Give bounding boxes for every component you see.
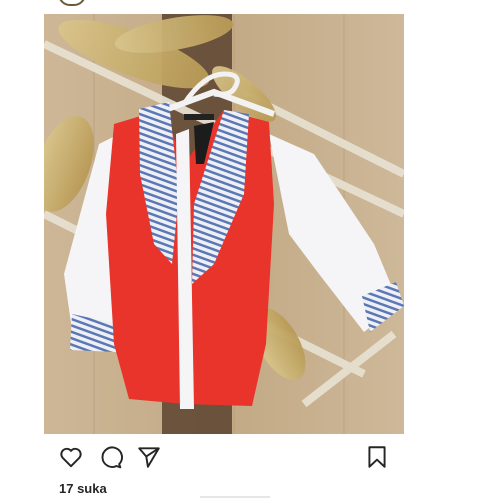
- post-image[interactable]: [44, 14, 404, 434]
- bookmark-icon[interactable]: [364, 444, 390, 470]
- comment-icon[interactable]: [97, 444, 123, 470]
- likes-count[interactable]: 17 suka: [59, 481, 107, 496]
- profile-avatar[interactable]: [58, 0, 86, 6]
- heart-icon[interactable]: [58, 444, 84, 470]
- send-icon[interactable]: [136, 444, 162, 470]
- post-action-bar: [44, 442, 404, 472]
